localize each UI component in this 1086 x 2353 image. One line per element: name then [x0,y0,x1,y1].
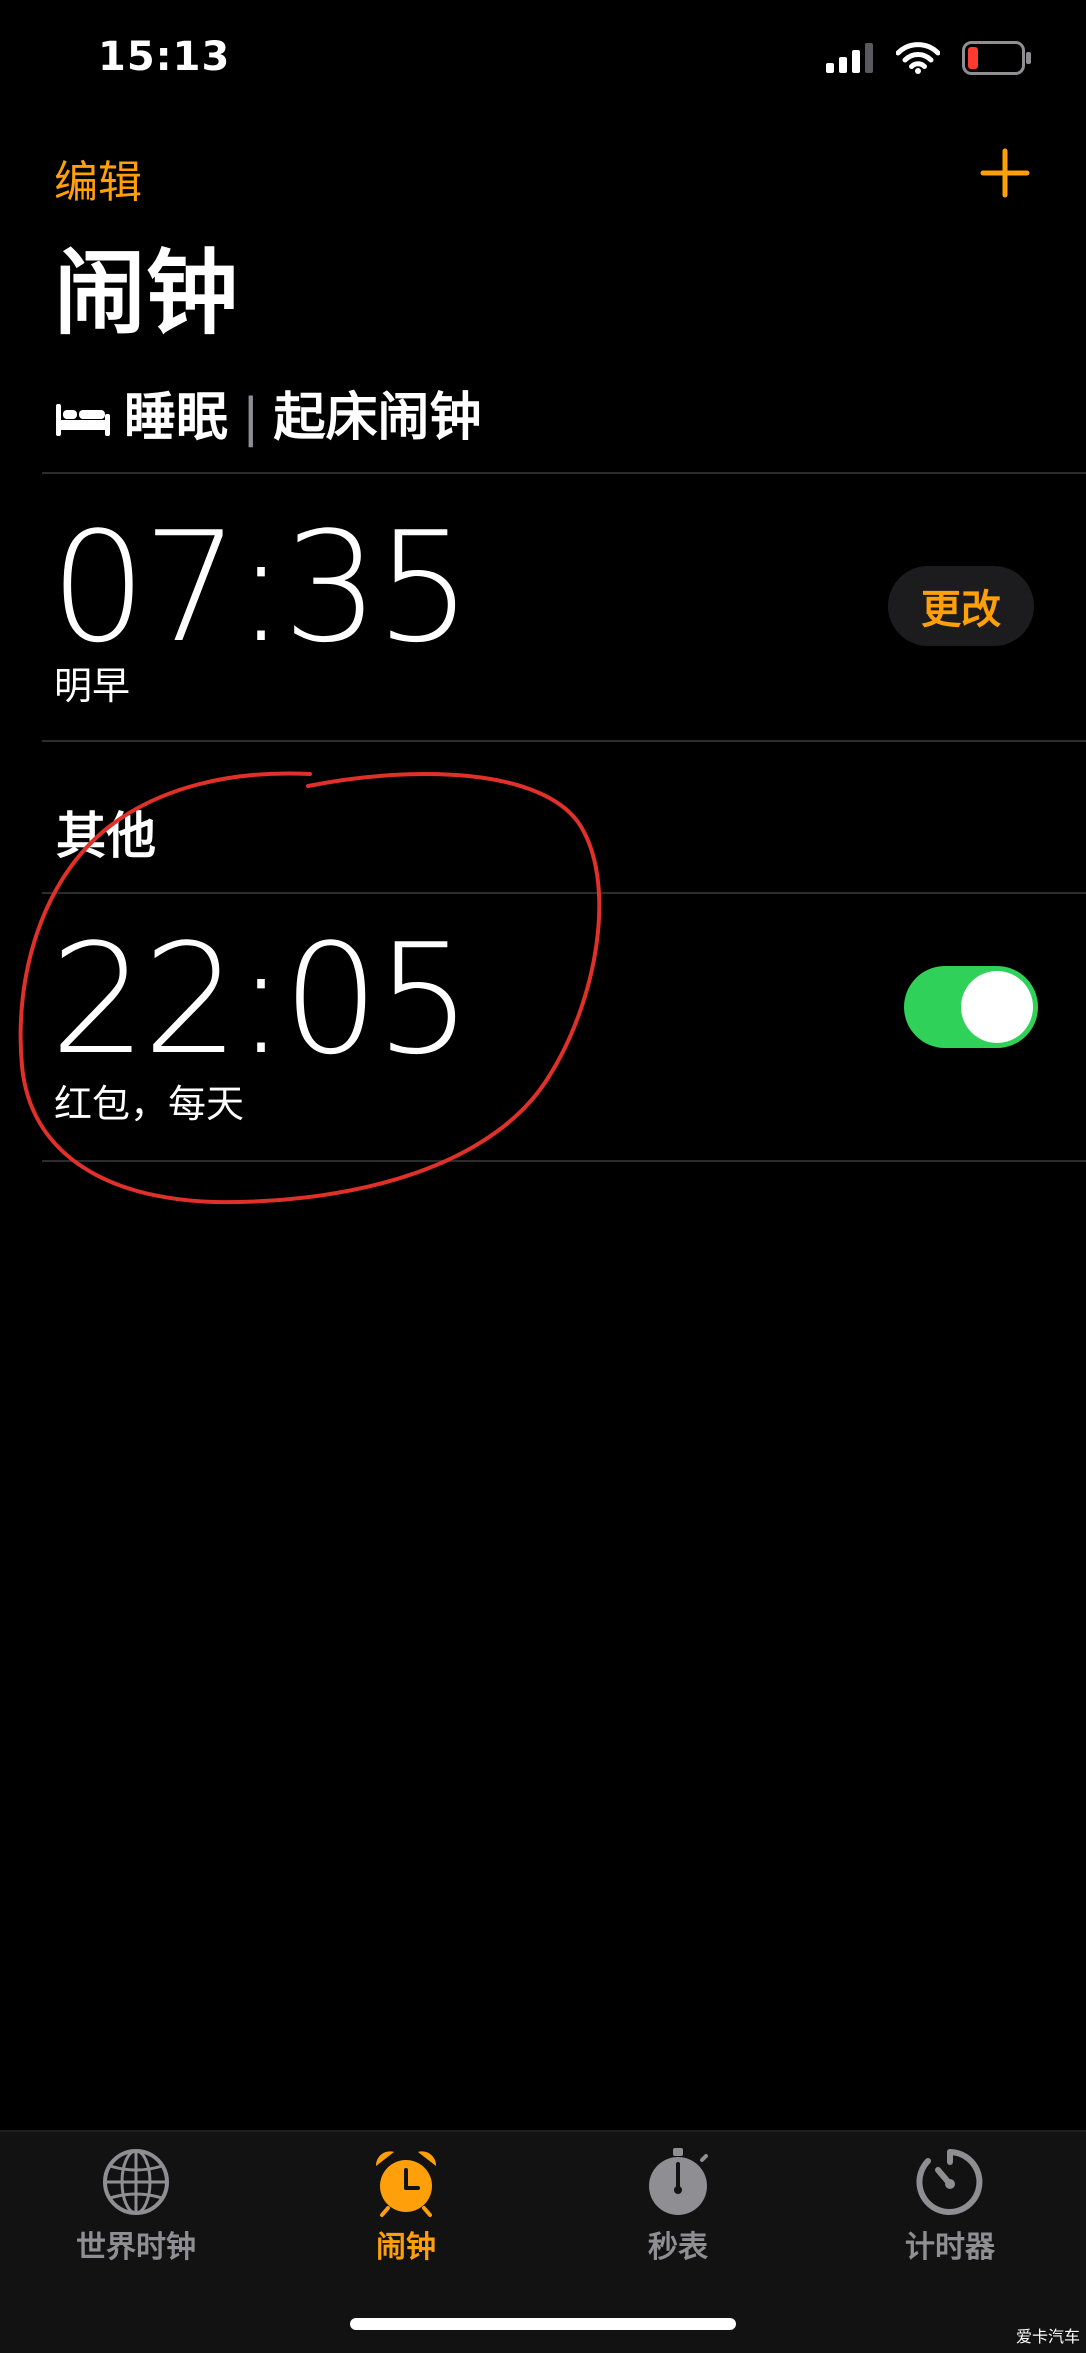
divider [42,472,1086,474]
globe-icon [103,2149,169,2215]
battery-low-icon [962,41,1031,75]
home-indicator[interactable] [350,2318,736,2330]
tab-label: 闹钟 [376,2230,436,2265]
tab-label: 世界时钟 [76,2230,196,2265]
page-title: 闹钟 [54,240,239,347]
sleep-alarm-label: 明早 [54,664,131,708]
bed-icon [56,404,110,436]
alarm-label: 红包，每天 [54,1082,245,1126]
sleep-title: 睡眠 [124,388,229,448]
tab-alarm[interactable]: 闹钟 [296,2146,516,2266]
alarm-clock-icon [375,2151,437,2217]
cellular-signal-icon [826,43,873,73]
plus-icon[interactable] [980,148,1030,198]
watermark: 爱卡汽车 [1015,2327,1080,2346]
tab-stopwatch[interactable]: 秒表 [568,2146,788,2266]
change-button[interactable]: 更改 [888,566,1034,646]
divider [42,740,1086,742]
tab-timer[interactable]: 计时器 [840,2146,1060,2266]
wifi-icon [896,42,940,74]
tab-world-clock[interactable]: 世界时钟 [26,2146,246,2266]
status-icons [826,38,1032,78]
status-time: 15:13 [98,34,231,80]
timer-icon [916,2149,983,2215]
edit-button[interactable]: 编辑 [54,146,142,210]
toggle-knob [961,971,1033,1043]
tab-label: 秒表 [648,2230,708,2265]
tab-label: 计时器 [905,2230,995,2265]
sleep-alarm-time[interactable]: 07:35 [50,508,472,668]
sleep-separator: | [242,388,260,448]
other-section-header: 其他 [56,807,156,865]
alarm-time: 22:05 [50,911,472,1088]
divider [42,1160,1086,1162]
stopwatch-icon [649,2148,708,2215]
alarm-toggle[interactable] [904,966,1038,1048]
sleep-subtitle: 起床闹钟 [273,388,482,448]
sleep-section-header: 睡眠 | 起床闹钟 [56,388,482,448]
